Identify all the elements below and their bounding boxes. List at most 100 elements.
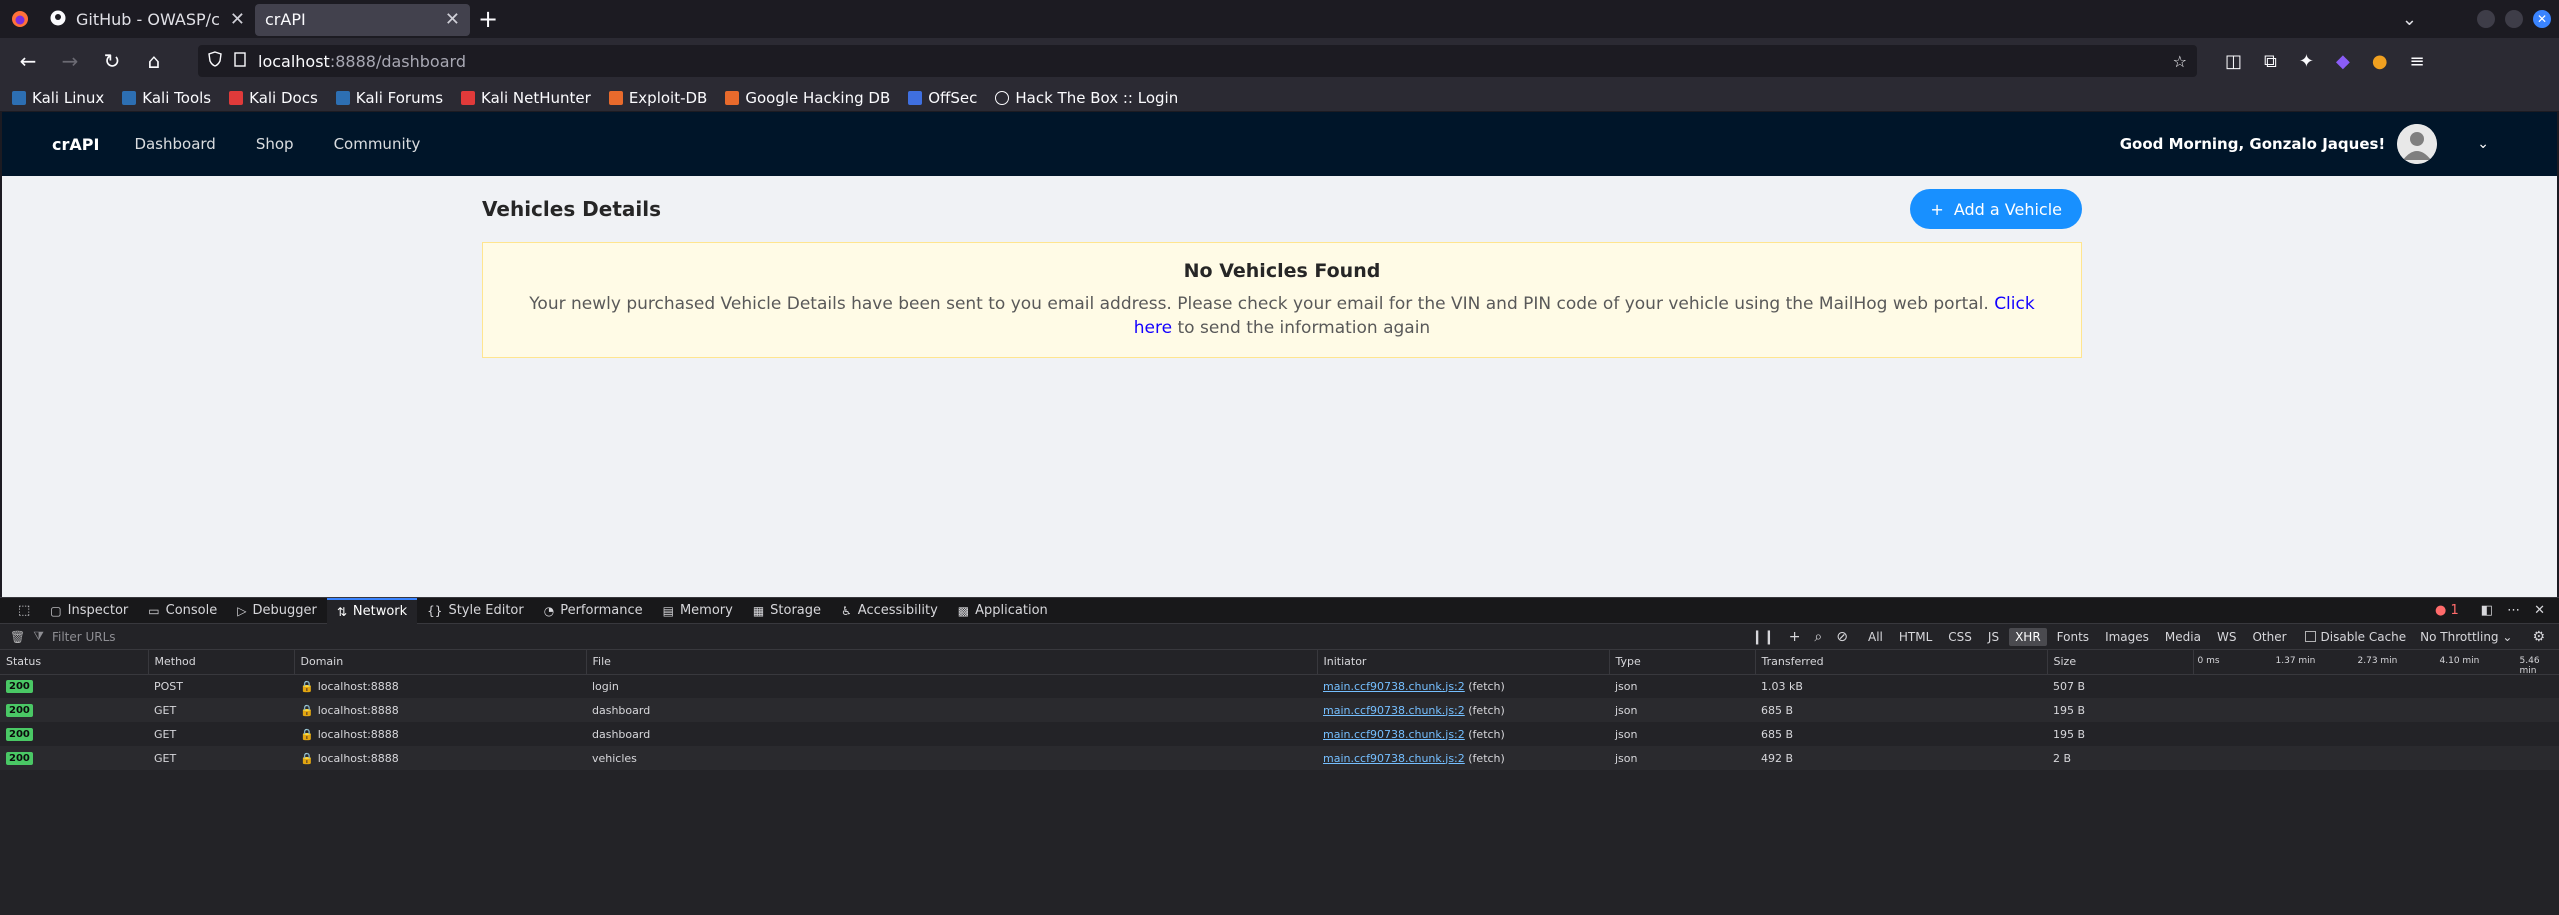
- user-icon: [2397, 124, 2438, 164]
- home-button[interactable]: ⌂: [136, 45, 172, 77]
- col-method[interactable]: Method: [148, 650, 295, 675]
- menu-shop[interactable]: Shop: [256, 135, 294, 153]
- cell-initiator: main.ccf90738.chunk.js:2 (fetch): [1317, 722, 1609, 746]
- bookmark-item[interactable]: Kali Forums: [335, 89, 443, 107]
- minimize-button[interactable]: [2477, 10, 2495, 28]
- menu-community[interactable]: Community: [334, 135, 421, 153]
- profile-icon[interactable]: ●: [2372, 51, 2388, 72]
- forward-button[interactable]: →: [52, 45, 88, 77]
- cell-transferred: 685 B: [1755, 698, 2047, 722]
- settings-icon[interactable]: ⚙: [2532, 629, 2545, 645]
- throttling-select[interactable]: No Throttling ⌄: [2420, 630, 2512, 644]
- tab-label: Inspector: [67, 603, 129, 618]
- trash-icon[interactable]: 🗑: [10, 630, 25, 644]
- menu-icon[interactable]: ≡: [2410, 51, 2425, 72]
- tab-github[interactable]: GitHub - OWASP/crAPI: c ✕: [40, 4, 255, 36]
- table-row[interactable]: 200 GET 🔒 localhost:8888 dashboard main.c…: [0, 722, 2559, 746]
- filter-css[interactable]: CSS: [1942, 628, 1978, 646]
- bookmark-item[interactable]: Kali Tools: [122, 89, 211, 107]
- filter-media[interactable]: Media: [2159, 628, 2207, 646]
- tab-storage[interactable]: ▦ Storage: [743, 598, 831, 624]
- filter-all[interactable]: All: [1862, 628, 1889, 646]
- maximize-button[interactable]: [2505, 10, 2523, 28]
- col-status[interactable]: Status: [0, 650, 149, 675]
- col-type[interactable]: Type: [1609, 650, 1756, 675]
- tab-accessibility[interactable]: ♿ Accessibility: [831, 598, 948, 624]
- tab-style-editor[interactable]: {} Style Editor: [417, 598, 534, 624]
- url-bar[interactable]: localhost:8888/dashboard ☆: [198, 45, 2197, 77]
- ghdb-icon: [725, 90, 740, 105]
- pause-icon[interactable]: ❙❙: [1751, 629, 1774, 645]
- filter-ws[interactable]: WS: [2211, 628, 2242, 646]
- col-waterfall[interactable]: 0 ms 1.37 min 2.73 min 4.10 min 5.46 min: [2193, 650, 2559, 676]
- disable-cache-checkbox[interactable]: Disable Cache: [2304, 630, 2406, 644]
- initiator-link[interactable]: main.ccf90738.chunk.js:2: [1323, 728, 1465, 741]
- filter-xhr[interactable]: XHR: [2009, 627, 2047, 646]
- app-brand[interactable]: crAPI: [52, 135, 99, 154]
- table-row[interactable]: 200 POST 🔒 localhost:8888 login main.ccf9…: [0, 674, 2559, 698]
- col-size[interactable]: Size: [2047, 650, 2194, 675]
- close-icon[interactable]: ✕: [230, 9, 245, 30]
- filter-js[interactable]: JS: [1982, 628, 2005, 646]
- bookmark-item[interactable]: Kali NetHunter: [461, 89, 591, 107]
- menu-dashboard[interactable]: Dashboard: [134, 135, 215, 153]
- col-initiator[interactable]: Initiator: [1317, 650, 1610, 675]
- extensions-icon[interactable]: ⧉: [2264, 51, 2277, 72]
- back-button[interactable]: ←: [10, 45, 46, 77]
- tab-application[interactable]: ▩ Application: [948, 598, 1058, 624]
- filter-fonts[interactable]: Fonts: [2051, 628, 2095, 646]
- element-picker-icon[interactable]: ⬚: [8, 598, 40, 624]
- add-vehicle-button[interactable]: + Add a Vehicle: [1910, 189, 2082, 229]
- tab-inspector[interactable]: ▢ Inspector: [40, 598, 138, 624]
- filter-images[interactable]: Images: [2099, 628, 2155, 646]
- tab-network[interactable]: ⇅ Network: [326, 597, 418, 624]
- vpn-icon[interactable]: ◆: [2336, 51, 2350, 72]
- block-icon[interactable]: ⊘: [1836, 629, 1848, 645]
- tab-console[interactable]: ▭ Console: [138, 598, 227, 624]
- filter-other[interactable]: Other: [2246, 628, 2292, 646]
- table-row[interactable]: 200 GET 🔒 localhost:8888 vehicles main.cc…: [0, 746, 2559, 770]
- error-count-badge[interactable]: ● 1: [2435, 603, 2459, 618]
- chevron-down-icon[interactable]: ⌄: [2477, 136, 2489, 152]
- pocket-icon[interactable]: ◫: [2225, 51, 2242, 72]
- firefox-view-icon[interactable]: [0, 10, 40, 28]
- reload-button[interactable]: ↻: [94, 45, 130, 77]
- close-icon[interactable]: ✕: [445, 9, 460, 30]
- initiator-link[interactable]: main.ccf90738.chunk.js:2: [1323, 752, 1465, 765]
- bookmark-item[interactable]: Exploit-DB: [608, 89, 707, 107]
- close-devtools-icon[interactable]: ✕: [2534, 603, 2545, 618]
- cell-waterfall: [2193, 674, 2559, 698]
- more-options-icon[interactable]: ⋯: [2507, 603, 2520, 618]
- url-text[interactable]: localhost:8888/dashboard: [258, 52, 2161, 71]
- page-icon[interactable]: [234, 51, 246, 71]
- col-transferred[interactable]: Transferred: [1755, 650, 2048, 675]
- bookmark-star-icon[interactable]: ☆: [2173, 52, 2187, 71]
- close-window-button[interactable]: ✕: [2533, 10, 2551, 28]
- filter-html[interactable]: HTML: [1893, 628, 1938, 646]
- bookmark-item[interactable]: OffSec: [908, 89, 977, 107]
- tab-crapi[interactable]: crAPI ✕: [255, 3, 470, 36]
- avatar[interactable]: [2397, 124, 2438, 164]
- add-icon[interactable]: +: [1789, 629, 1801, 645]
- dock-icon[interactable]: ◧: [2481, 603, 2493, 618]
- search-icon[interactable]: ⌕: [1814, 629, 1822, 645]
- tab-memory[interactable]: ▤ Memory: [653, 598, 743, 624]
- shield-icon[interactable]: [208, 51, 222, 71]
- bookmark-item[interactable]: Kali Linux: [12, 89, 104, 107]
- cell-size: 195 B: [2047, 698, 2193, 722]
- bookmark-item[interactable]: Hack The Box :: Login: [995, 89, 1178, 107]
- new-tab-button[interactable]: +: [470, 3, 506, 35]
- initiator-link[interactable]: main.ccf90738.chunk.js:2: [1323, 680, 1465, 693]
- bookmark-item[interactable]: Kali Docs: [229, 89, 318, 107]
- initiator-link[interactable]: main.ccf90738.chunk.js:2: [1323, 704, 1465, 717]
- kali-docs-icon: [229, 90, 244, 105]
- tab-performance[interactable]: ◔ Performance: [534, 598, 653, 624]
- col-file[interactable]: File: [586, 650, 1318, 675]
- table-row[interactable]: 200 GET 🔒 localhost:8888 dashboard main.c…: [0, 698, 2559, 722]
- tab-debugger[interactable]: ▷ Debugger: [227, 598, 327, 624]
- list-all-tabs-icon[interactable]: ⌄: [2402, 9, 2417, 30]
- bookmark-item[interactable]: Google Hacking DB: [725, 89, 890, 107]
- filter-urls-input[interactable]: ⧩ Filter URLs: [25, 629, 1751, 644]
- puzzle-icon[interactable]: ✦: [2299, 51, 2314, 72]
- col-domain[interactable]: Domain: [294, 650, 587, 675]
